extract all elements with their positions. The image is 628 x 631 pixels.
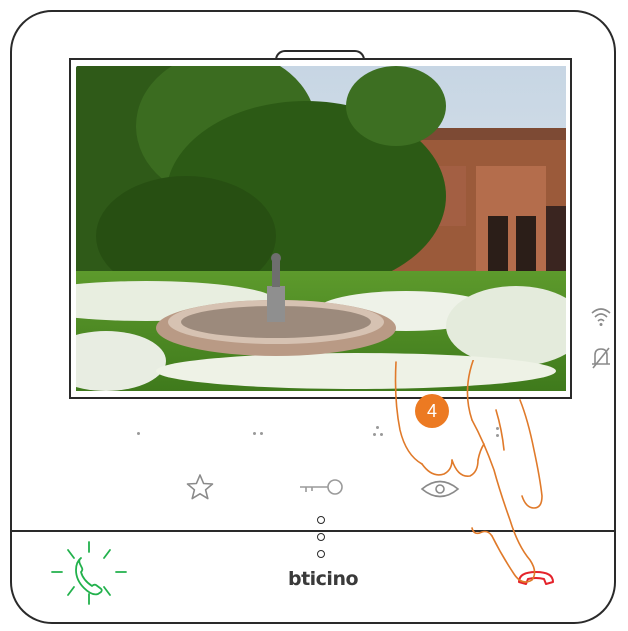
slot-indicator-4 (480, 424, 520, 444)
eye-icon[interactable] (420, 478, 460, 500)
step-badge: 4 (415, 394, 449, 428)
wifi-icon (591, 308, 611, 326)
slot-indicator-1 (122, 424, 162, 444)
bottom-panel-divider (10, 530, 616, 532)
slot-indicator-3 (360, 424, 400, 444)
star-icon[interactable] (186, 474, 214, 500)
camera-image (76, 66, 566, 391)
status-led-1 (317, 516, 325, 524)
status-led-3 (317, 550, 325, 558)
handset-ringing-icon[interactable] (48, 540, 130, 606)
slot-indicator-2 (240, 424, 280, 444)
key-icon[interactable] (298, 479, 346, 499)
camera-view[interactable] (76, 66, 566, 391)
hang-up-icon[interactable] (516, 568, 556, 588)
bell-muted-icon (592, 347, 610, 369)
status-led-2 (317, 533, 325, 541)
brand-logo: bticino (287, 568, 359, 590)
